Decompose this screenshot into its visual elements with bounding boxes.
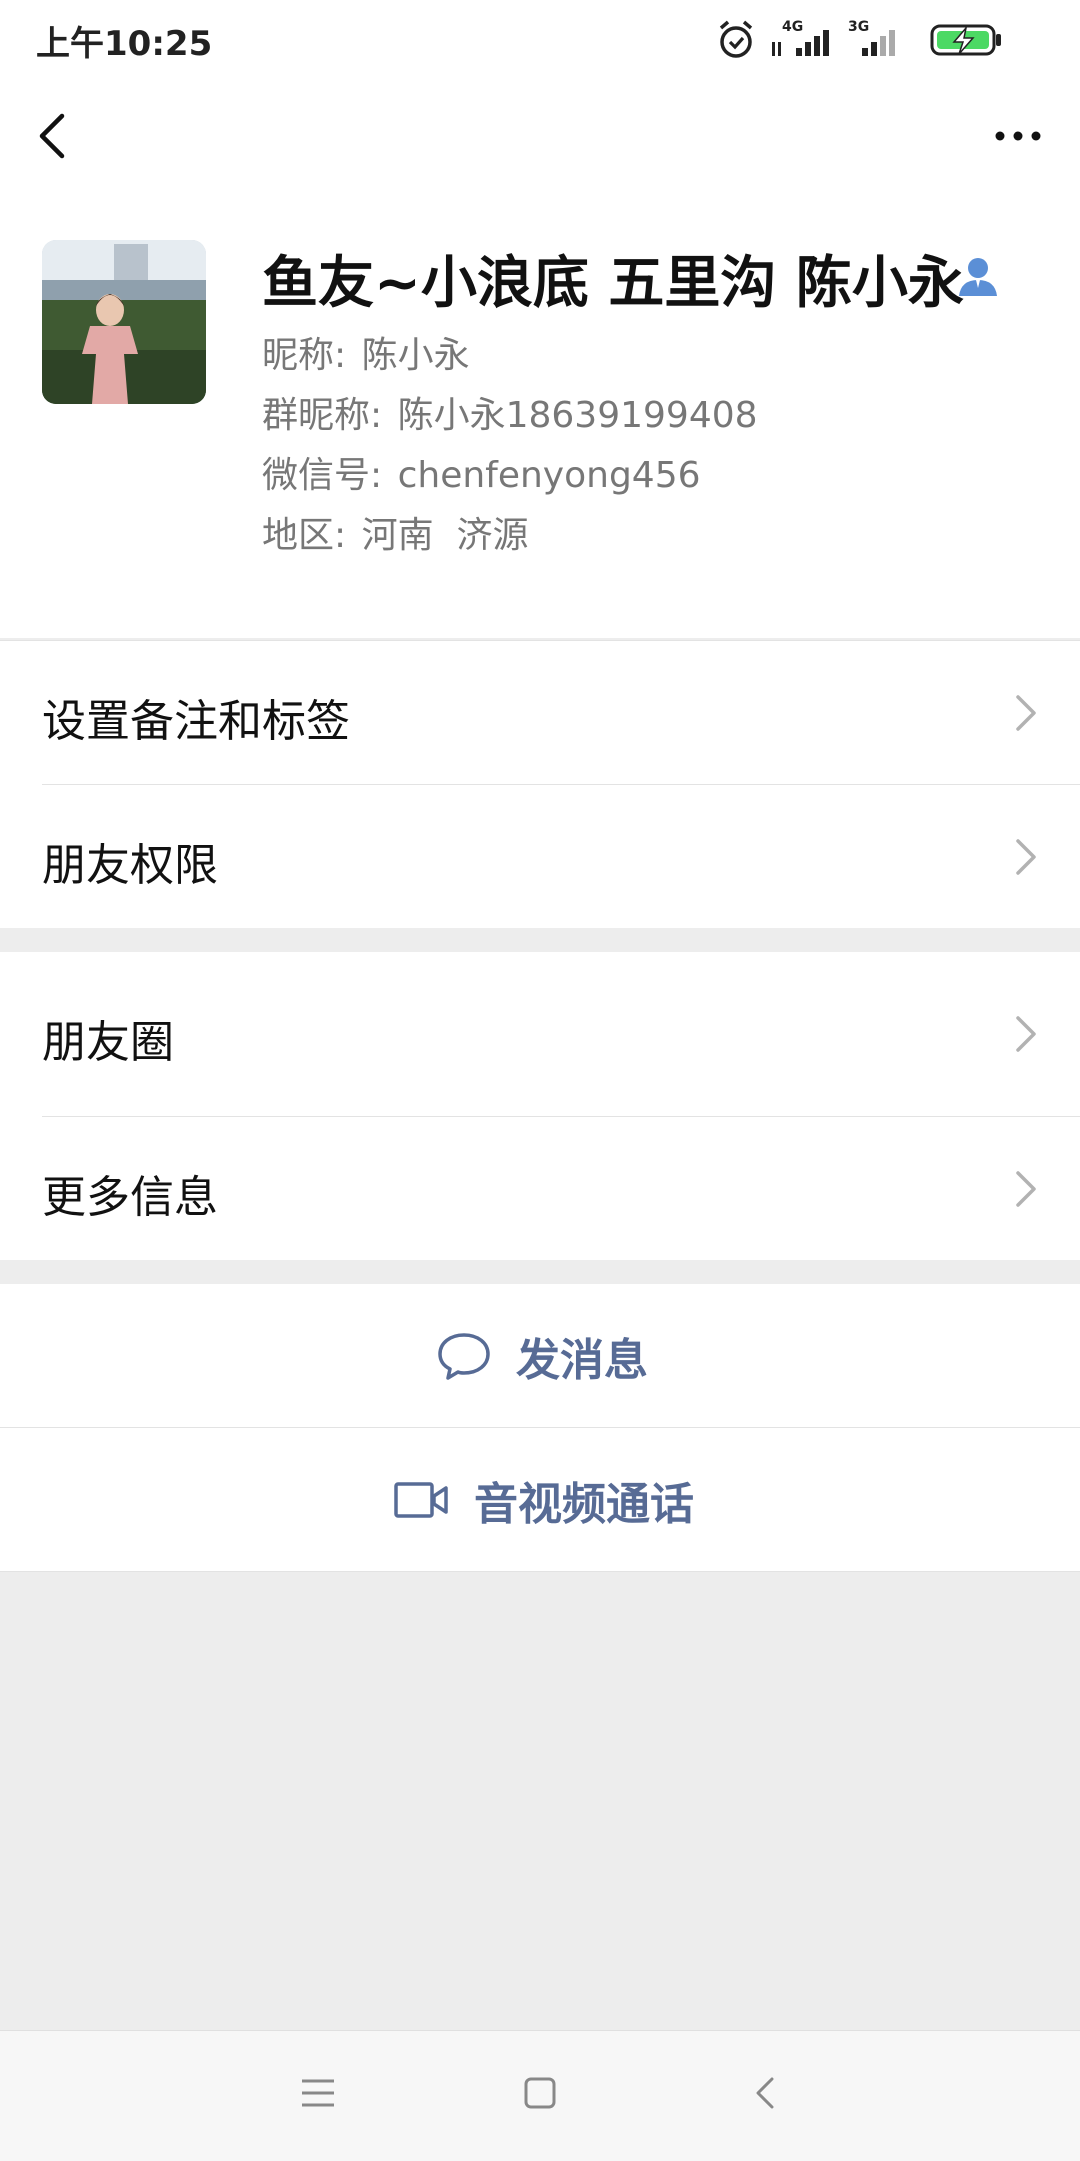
friend-permissions-cell[interactable]: 朋友权限 [0, 785, 1080, 928]
video-call-label: 音视频通话 [474, 1478, 694, 1530]
region-label: 地区: [262, 515, 347, 556]
group-nickname-value: 陈小永18639199408 [397, 395, 758, 436]
video-call-button[interactable]: 音视频通话 [0, 1428, 1080, 1571]
region-value: 河南 济源 [361, 515, 529, 556]
set-remark-label: 设置备注和标签 [42, 696, 350, 747]
video-camera-icon [394, 1481, 448, 1518]
chat-bubble-icon [438, 1332, 490, 1380]
system-nav-bar [0, 2030, 1080, 2161]
battery-charging-icon [930, 24, 1001, 56]
more-dots-icon[interactable] [990, 106, 1050, 166]
avatar[interactable] [42, 240, 206, 404]
status-icons: 4G 3G [716, 18, 1046, 62]
contact-person-icon [959, 258, 997, 296]
moments-label: 朋友圈 [42, 1017, 174, 1068]
alarm-icon [719, 20, 753, 58]
chevron-right-icon [1016, 1171, 1036, 1207]
group-nickname-label: 群昵称: [262, 395, 383, 436]
set-remark-cell[interactable]: 设置备注和标签 [0, 641, 1080, 784]
group-nickname-row: 群昵称: 陈小永18639199408 [262, 386, 758, 438]
wechat-id-row: 微信号: chenfenyong456 [262, 446, 701, 498]
chevron-right-icon [1016, 695, 1036, 731]
back-triangle-icon[interactable] [748, 2075, 784, 2111]
back-chevron-icon[interactable] [26, 106, 86, 166]
network-1-label: 4G [782, 19, 803, 35]
info-group: 朋友圈 更多信息 [0, 952, 1080, 1260]
more-info-label: 更多信息 [42, 1172, 218, 1223]
wechat-id-value: chenfenyong456 [397, 455, 701, 496]
send-message-label: 发消息 [516, 1334, 648, 1386]
network-2-label: 3G [848, 19, 869, 35]
menu-lines-icon[interactable] [300, 2075, 336, 2111]
home-square-icon[interactable] [522, 2075, 558, 2111]
chevron-right-icon [1016, 839, 1036, 875]
display-name: 鱼友~小浪底 五里沟 陈小永 [262, 251, 964, 316]
nickname-label: 昵称: [262, 335, 347, 376]
nickname-row: 昵称: 陈小永 [262, 326, 470, 378]
status-bar: 上午10:25 4G 3G [0, 0, 1080, 80]
nav-bar [0, 80, 1080, 200]
signal-4g-icon: 4G [772, 19, 829, 56]
divider [0, 1571, 1080, 1572]
wechat-id-label: 微信号: [262, 455, 383, 496]
nickname-value: 陈小永 [361, 335, 470, 376]
more-info-cell[interactable]: 更多信息 [0, 1117, 1080, 1260]
profile-header: 鱼友~小浪底 五里沟 陈小永 昵称: 陈小永 群昵称: 陈小永186391994… [0, 200, 1080, 638]
send-message-button[interactable]: 发消息 [0, 1284, 1080, 1427]
avatar-photo [42, 240, 206, 404]
status-time: 上午10:25 [36, 24, 213, 64]
chevron-right-icon [1016, 1016, 1036, 1052]
settings-group: 设置备注和标签 朋友权限 [0, 641, 1080, 928]
moments-cell[interactable]: 朋友圈 [0, 952, 1080, 1116]
region-row: 地区: 河南 济源 [262, 506, 528, 558]
signal-3g-icon: 3G [848, 19, 895, 56]
friend-permissions-label: 朋友权限 [42, 840, 218, 891]
